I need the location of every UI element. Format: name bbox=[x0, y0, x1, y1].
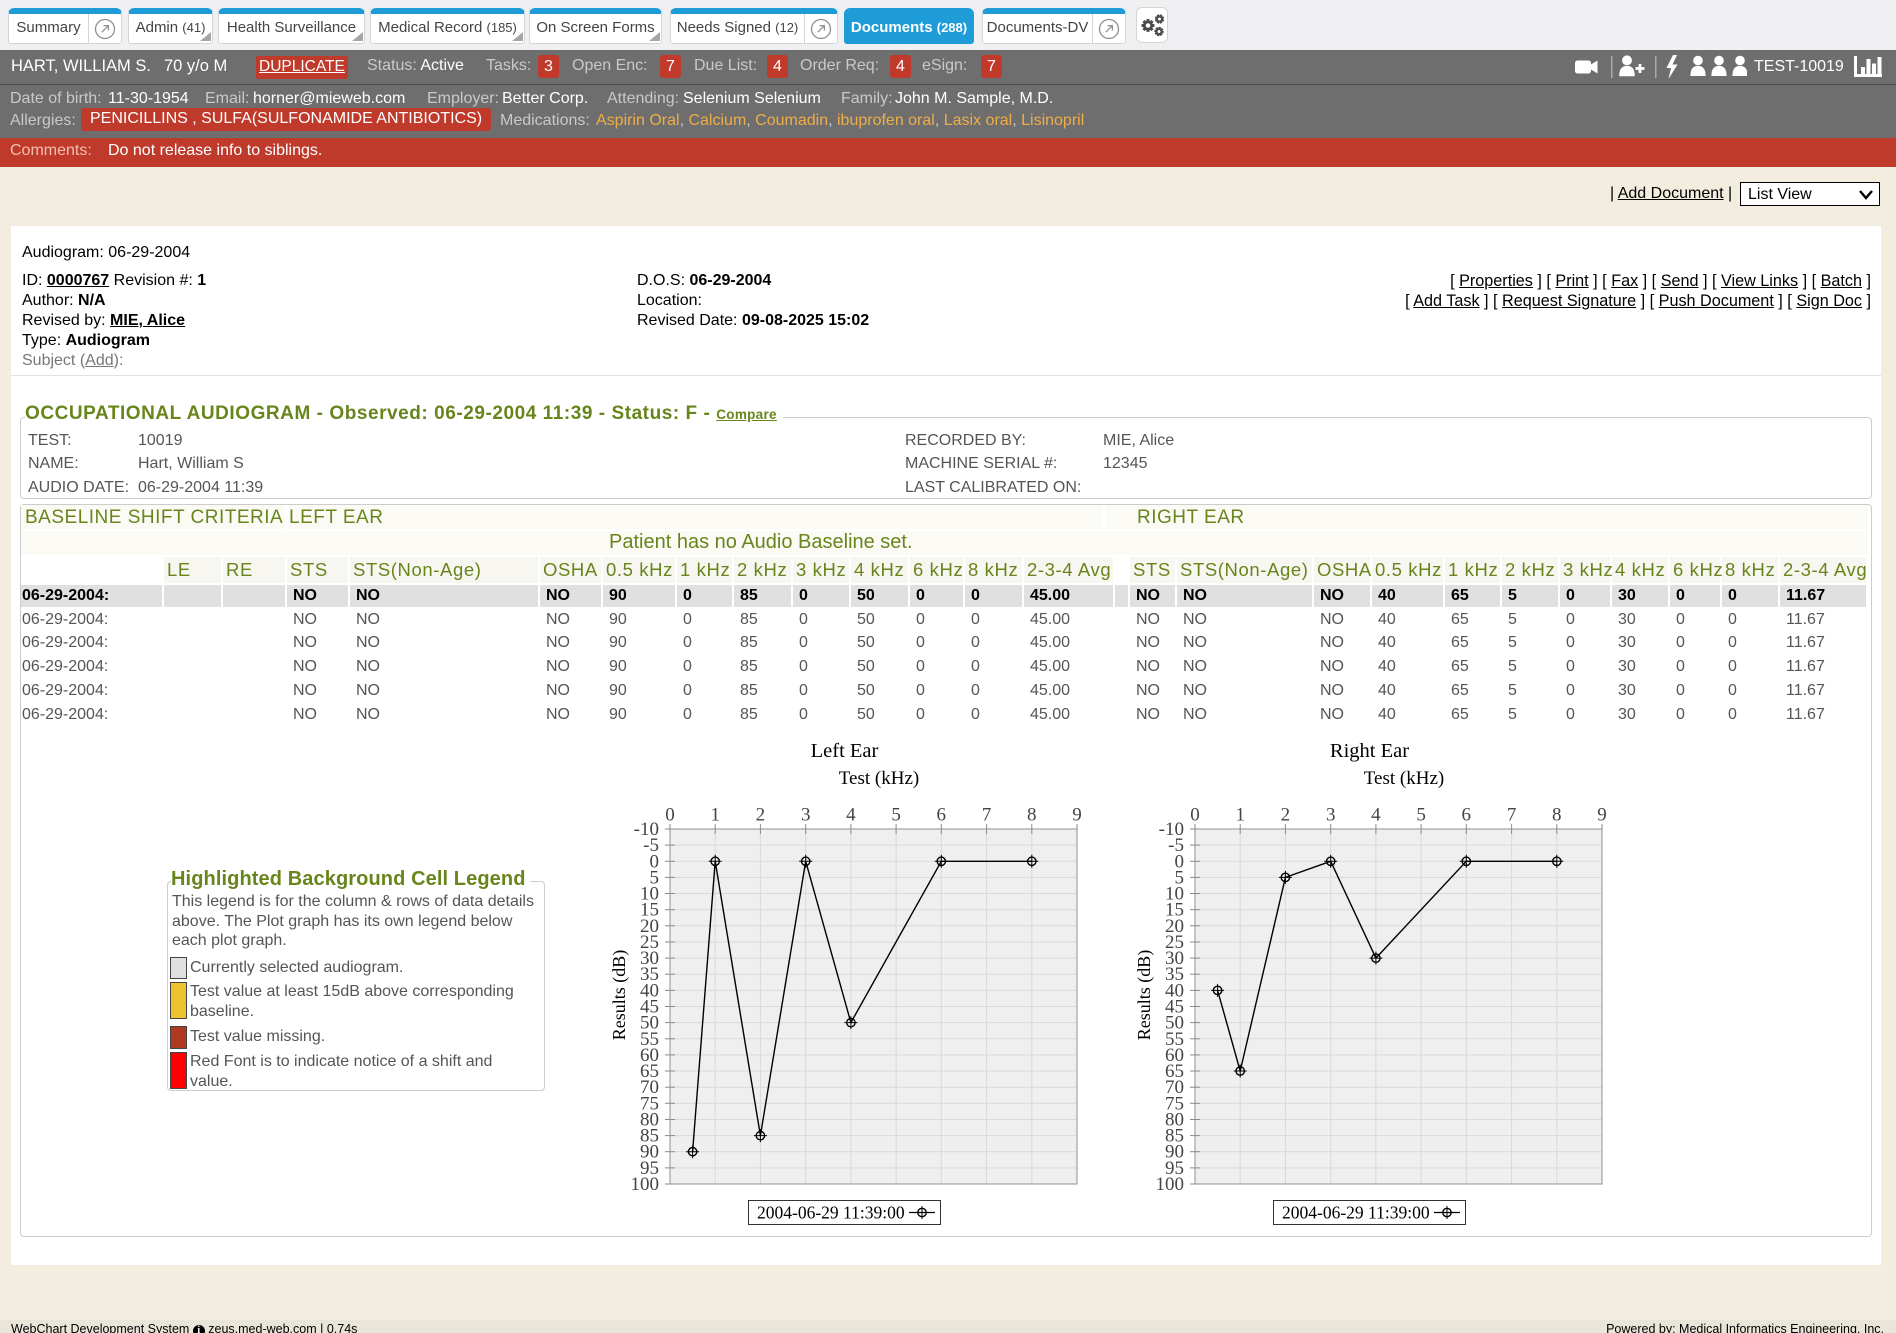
svg-text:6: 6 bbox=[937, 805, 947, 826]
svg-text:9: 9 bbox=[1072, 805, 1082, 826]
svg-text:8: 8 bbox=[1027, 805, 1037, 826]
svg-text:7: 7 bbox=[982, 805, 992, 826]
svg-text:6: 6 bbox=[1462, 805, 1472, 826]
svg-text:8: 8 bbox=[1552, 805, 1562, 826]
svg-text:100: 100 bbox=[1156, 1174, 1185, 1195]
svg-text:Results (dB): Results (dB) bbox=[1134, 950, 1155, 1041]
svg-text:7: 7 bbox=[1507, 805, 1517, 826]
svg-text:List View: List View bbox=[1748, 186, 1812, 203]
svg-text:Left Ear: Left Ear bbox=[811, 740, 879, 762]
svg-text:2004-06-29 11:39:00: 2004-06-29 11:39:00 bbox=[1282, 1203, 1430, 1223]
svg-text:2004-06-29 11:39:00: 2004-06-29 11:39:00 bbox=[757, 1203, 905, 1223]
svg-text:Right Ear: Right Ear bbox=[1330, 740, 1409, 762]
svg-text:0: 0 bbox=[665, 805, 675, 826]
svg-text:1: 1 bbox=[710, 805, 720, 826]
svg-text:4: 4 bbox=[1371, 805, 1381, 826]
svg-text:0: 0 bbox=[1190, 805, 1200, 826]
svg-text:100: 100 bbox=[631, 1174, 660, 1195]
svg-text:Test (kHz): Test (kHz) bbox=[1364, 768, 1444, 789]
svg-text:Test (kHz): Test (kHz) bbox=[839, 768, 919, 789]
svg-text:1: 1 bbox=[1235, 805, 1245, 826]
svg-text:5: 5 bbox=[1416, 805, 1426, 826]
svg-text:2: 2 bbox=[1281, 805, 1291, 826]
svg-text:4: 4 bbox=[846, 805, 856, 826]
svg-text:3: 3 bbox=[801, 805, 811, 826]
svg-text:9: 9 bbox=[1597, 805, 1607, 826]
svg-text:3: 3 bbox=[1326, 805, 1336, 826]
svg-text:5: 5 bbox=[891, 805, 901, 826]
svg-text:2: 2 bbox=[756, 805, 766, 826]
svg-text:Results (dB): Results (dB) bbox=[609, 950, 630, 1041]
